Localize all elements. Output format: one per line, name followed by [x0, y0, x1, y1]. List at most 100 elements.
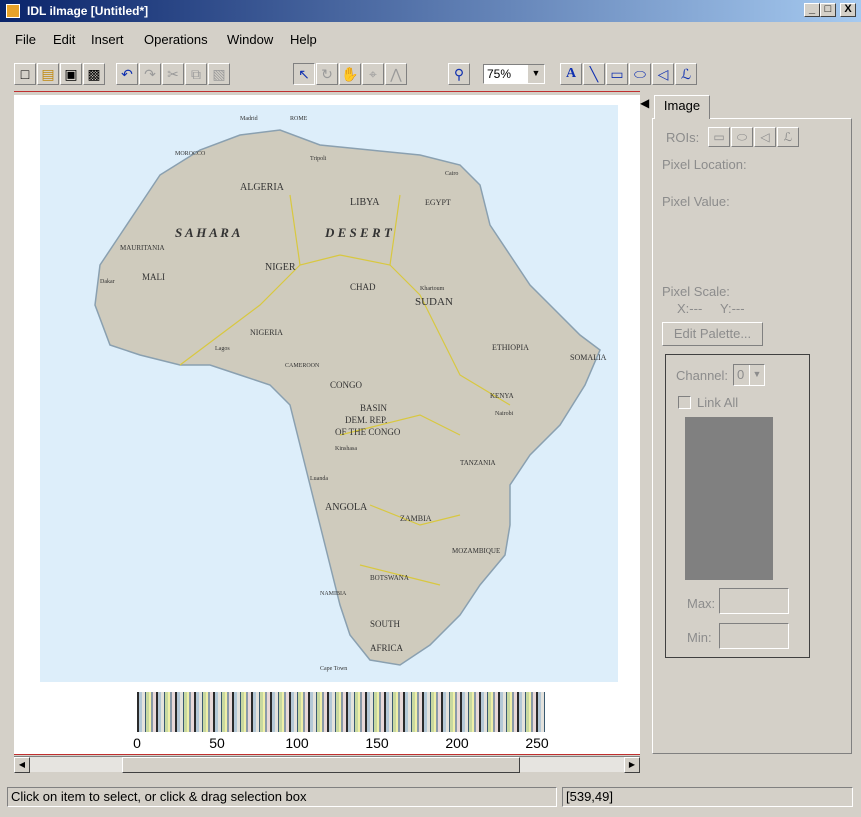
collapse-panel-icon[interactable]: ◀	[640, 96, 650, 112]
pan-hand-icon[interactable]: ✋	[339, 63, 361, 85]
label-kinshasa: Kinshasa	[335, 446, 357, 452]
label-desert: D E S E R T	[324, 225, 393, 240]
roi-oval-icon[interactable]: ⬭	[731, 127, 753, 147]
zoom-icon[interactable]: ⚲	[448, 63, 470, 85]
polygon-tool-icon[interactable]: ◁	[652, 63, 674, 85]
rectangle-tool-icon[interactable]: ▭	[606, 63, 628, 85]
edit-palette-button[interactable]: Edit Palette...	[662, 322, 763, 346]
chevron-down-icon[interactable]: ▼	[527, 65, 544, 83]
link-all-checkbox[interactable]	[678, 396, 691, 409]
cut-icon[interactable]: ✂	[162, 63, 184, 85]
oval-tool-icon[interactable]: ⬭	[629, 63, 651, 85]
status-message: Click on item to select, or click & drag…	[7, 787, 557, 807]
label-capetown: Cape Town	[320, 666, 347, 672]
label-dem-rep: DEM. REP.	[345, 415, 387, 425]
label-luanda: Luanda	[310, 476, 328, 482]
channel-select[interactable]: 0 ▼	[733, 364, 765, 386]
label-kenya: KENYA	[490, 392, 514, 400]
menu-help[interactable]: Help	[290, 32, 317, 47]
roi-polygon-icon[interactable]: ◁	[754, 127, 776, 147]
label-mozambique: MOZAMBIQUE	[452, 547, 500, 555]
crop-icon[interactable]: ⌖	[362, 63, 384, 85]
roi-freehand-icon[interactable]: ℒ	[777, 127, 799, 147]
chevron-down-icon[interactable]: ▼	[749, 365, 764, 385]
histogram-area[interactable]	[685, 417, 773, 580]
label-niger: NIGER	[265, 262, 296, 273]
rotate-icon[interactable]: ↻	[316, 63, 338, 85]
minimize-button[interactable]: _	[804, 3, 820, 17]
label-tanzania: TANZANIA	[460, 459, 496, 467]
zoom-value: 75%	[487, 67, 512, 81]
title-bar: IDL iImage [Untitled*] _ □ X	[0, 0, 861, 22]
select-arrow-icon[interactable]: ↖	[293, 63, 315, 85]
max-label: Max:	[687, 596, 716, 611]
label-nigeria: NIGERIA	[250, 328, 283, 337]
channel-label: Channel:	[676, 368, 729, 383]
scroll-left-icon[interactable]: ◀	[14, 757, 30, 773]
close-button[interactable]: X	[840, 3, 856, 17]
label-nairobi: Nairobi	[495, 411, 514, 417]
undo-icon[interactable]: ↶	[116, 63, 138, 85]
label-congo: CONGO	[330, 380, 363, 390]
save-icon[interactable]: ▣	[60, 63, 82, 85]
roi-rectangle-icon[interactable]: ▭	[708, 127, 730, 147]
menu-edit[interactable]: Edit	[53, 32, 75, 47]
label-chad: CHAD	[350, 282, 376, 292]
freehand-tool-icon[interactable]: ℒ	[675, 63, 697, 85]
link-all-label: Link All	[697, 395, 739, 410]
label-tripoli: Tripoli	[310, 156, 327, 162]
africa-map-image[interactable]: ALGERIA LIBYA EGYPT S A H A R A D E S E …	[40, 105, 618, 682]
label-cairo: Cairo	[445, 171, 458, 177]
x-scale-label: X:---	[677, 301, 703, 316]
scroll-right-icon[interactable]: ▶	[624, 757, 640, 773]
colorbar-strip	[137, 692, 545, 732]
menu-window[interactable]: Window	[227, 32, 273, 47]
y-scale-label: Y:---	[720, 301, 745, 316]
label-mauritania: MAURITANIA	[120, 244, 165, 252]
line-tool-icon[interactable]: ╲	[583, 63, 605, 85]
canvas-bottom-border	[14, 754, 640, 755]
window-title: IDL iImage [Untitled*]	[27, 4, 149, 18]
tab-image[interactable]: Image	[654, 95, 710, 119]
maximize-button[interactable]: □	[820, 3, 836, 17]
new-file-icon[interactable]: □	[14, 63, 36, 85]
colorbar	[137, 692, 545, 732]
label-sudan: SUDAN	[415, 296, 453, 308]
pixel-value-label: Pixel Value:	[662, 194, 730, 209]
horizontal-scrollbar[interactable]: ◀ ▶	[14, 756, 640, 773]
label-ethiopia: ETHIOPIA	[492, 343, 529, 352]
label-morocco: MOROCCO	[175, 151, 206, 157]
label-south: SOUTH	[370, 619, 401, 629]
min-field[interactable]	[719, 623, 789, 649]
label-dakar: Dakar	[100, 279, 115, 285]
zoom-select[interactable]: 75% ▼	[483, 64, 545, 84]
pixel-scale-label: Pixel Scale:	[662, 284, 730, 299]
label-botswana: BOTSWANA	[370, 574, 409, 582]
label-basin: BASIN	[360, 403, 388, 413]
paste-icon[interactable]: ▧	[208, 63, 230, 85]
colorbar-axis: 0 50 100 150 200 250	[133, 735, 549, 753]
text-tool-icon[interactable]: A	[560, 63, 582, 85]
open-folder-icon[interactable]: ▤	[37, 63, 59, 85]
label-algeria: ALGERIA	[240, 182, 285, 193]
label-zambia: ZAMBIA	[400, 514, 432, 523]
channel-value: 0	[737, 367, 745, 382]
label-khartoum: Khartoum	[420, 286, 445, 292]
redo-icon[interactable]: ↷	[139, 63, 161, 85]
label-of-congo: OF THE CONGO	[335, 427, 401, 437]
label-cameroon: CAMEROON	[285, 363, 320, 369]
menu-file[interactable]: File	[15, 32, 36, 47]
copy-icon[interactable]: ⧉	[185, 63, 207, 85]
print-icon[interactable]: ▩	[83, 63, 105, 85]
colorbar-tick: 150	[365, 735, 389, 751]
idl-app-icon[interactable]	[6, 4, 20, 18]
line-profile-icon[interactable]: ⋀	[385, 63, 407, 85]
menu-insert[interactable]: Insert	[91, 32, 124, 47]
scrollbar-thumb[interactable]	[122, 757, 520, 773]
africa-map-svg: ALGERIA LIBYA EGYPT S A H A R A D E S E …	[94, 116, 607, 672]
menu-operations[interactable]: Operations	[144, 32, 208, 47]
label-angola: ANGOLA	[325, 502, 368, 513]
pixel-location-label: Pixel Location:	[662, 157, 747, 172]
max-field[interactable]	[719, 588, 789, 614]
label-lagos: Lagos	[215, 346, 230, 352]
